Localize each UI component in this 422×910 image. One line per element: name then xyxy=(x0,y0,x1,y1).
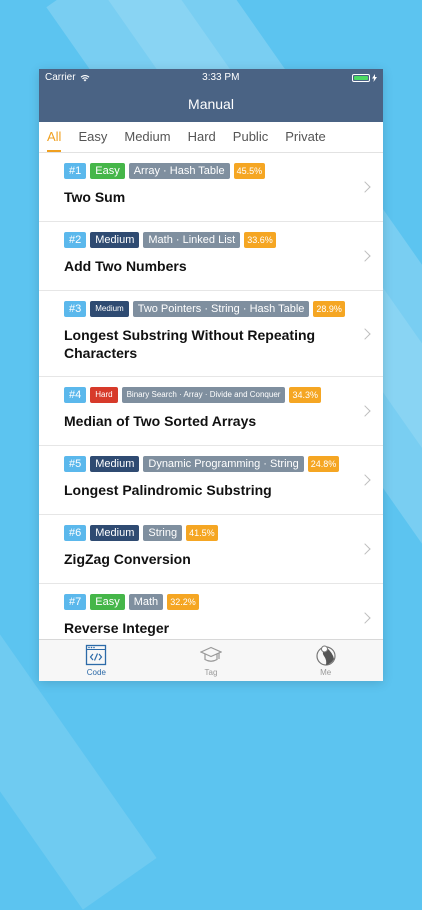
problem-title: Two Sum xyxy=(64,189,126,205)
code-icon xyxy=(86,644,107,666)
phone-screen: Carrier 3:33 PM Manual All Easy Medium Hard… xyxy=(39,69,383,681)
chevron-right-icon xyxy=(359,181,371,193)
chevron-right-icon xyxy=(359,543,371,555)
carrier-label: Carrier xyxy=(45,72,76,83)
problem-number-badge: #5 xyxy=(64,456,87,472)
problem-row[interactable]: #3 Medium Two Pointers · String · Hash Tab… xyxy=(39,291,383,377)
difficulty-badge: Easy xyxy=(90,594,125,610)
problem-row[interactable]: #1 Easy Array · Hash Table 45.5% Two Sum xyxy=(39,153,383,222)
acceptance-rate-badge: 32.2% xyxy=(167,594,199,610)
topic-badge: Dynamic Programming · String xyxy=(143,456,304,472)
chevron-right-icon xyxy=(359,327,371,340)
difficulty-badge: Medium xyxy=(90,301,129,317)
problem-number-badge: #3 xyxy=(64,301,87,317)
problem-title: Longest Palindromic Substring xyxy=(64,482,272,498)
tag-icon xyxy=(200,646,222,662)
acceptance-rate-badge: 34.3% xyxy=(289,387,321,403)
chevron-right-icon xyxy=(359,612,371,624)
filter-tab-medium[interactable]: Medium xyxy=(124,122,170,152)
difficulty-badge: Easy xyxy=(90,163,125,179)
tab-code-label: Code xyxy=(86,668,106,677)
problem-number-badge: #7 xyxy=(64,594,87,610)
difficulty-badge: Medium xyxy=(90,232,140,248)
tab-tag-label: Tag xyxy=(204,668,218,677)
problem-row[interactable]: #4 Hard Binary Search · Array · Divide and… xyxy=(39,377,383,446)
battery-icon xyxy=(352,73,377,82)
tab-tag[interactable]: Tag xyxy=(154,640,269,681)
filter-tabs: All Easy Medium Hard Public Private xyxy=(39,122,383,153)
tab-code[interactable]: Code xyxy=(39,640,154,681)
acceptance-rate-badge: 33.6% xyxy=(244,232,276,248)
me-icon xyxy=(316,645,336,666)
filter-tab-public[interactable]: Public xyxy=(233,122,268,152)
topic-badge: Math xyxy=(128,594,164,610)
status-bar: Carrier 3:33 PM xyxy=(39,69,383,86)
difficulty-badge: Hard xyxy=(90,387,118,403)
difficulty-badge: Medium xyxy=(90,456,140,472)
acceptance-rate-badge: 41.5% xyxy=(186,525,218,541)
tab-bar: Code Tag Me xyxy=(39,639,383,681)
page-title: Manual xyxy=(188,96,234,112)
problem-row[interactable]: #5 Medium Dynamic Programming · String 24.8… xyxy=(39,446,383,515)
problem-tags: #7 Easy Math 32.2% xyxy=(64,594,353,610)
filter-tab-hard[interactable]: Hard xyxy=(188,122,216,152)
topic-badge: Two Pointers · String · Hash Table xyxy=(132,301,310,317)
problem-title: Median of Two Sorted Arrays xyxy=(64,413,257,429)
chevron-right-icon xyxy=(359,250,371,262)
wifi-icon xyxy=(80,74,89,81)
problem-tags: #6 Medium String 41.5% xyxy=(64,525,353,541)
acceptance-rate-badge: 24.8% xyxy=(307,456,340,472)
filter-tab-private[interactable]: Private xyxy=(285,122,325,152)
status-time: 3:33 PM xyxy=(202,72,240,83)
acceptance-rate-badge: 28.9% xyxy=(313,301,345,317)
navigation-bar: Manual xyxy=(39,86,383,122)
chevron-right-icon xyxy=(359,474,371,486)
problem-tags: #5 Medium Dynamic Programming · String 24.8… xyxy=(64,456,353,472)
problem-title: Add Two Numbers xyxy=(64,258,187,274)
problem-tags: #3 Medium Two Pointers · String · Hash Tab… xyxy=(64,301,353,317)
topic-badge: Array · Hash Table xyxy=(128,163,230,179)
filter-tab-all[interactable]: All xyxy=(47,122,62,152)
topic-badge: String xyxy=(143,525,183,541)
difficulty-badge: Medium xyxy=(90,525,140,541)
problem-row[interactable]: #2 Medium Math · Linked List 33.6% Add Two N… xyxy=(39,222,383,291)
problem-row[interactable]: #6 Medium String 41.5% ZigZag Conversion xyxy=(39,515,383,584)
problem-tags: #1 Easy Array · Hash Table 45.5% xyxy=(64,163,353,179)
problem-row[interactable]: #7 Easy Math 32.2% Reverse Integer xyxy=(39,584,383,640)
topic-badge: Math · Linked List xyxy=(143,232,241,248)
problem-number-badge: #4 xyxy=(64,387,87,403)
problem-list[interactable]: #1 Easy Array · Hash Table 45.5% Two Sum #2 Me… xyxy=(39,153,383,640)
tab-me[interactable]: Me xyxy=(268,640,383,681)
topic-badge: Binary Search · Array · Divide and Conqu… xyxy=(121,387,286,403)
problem-tags: #2 Medium Math · Linked List 33.6% xyxy=(64,232,353,248)
problem-title: Reverse Integer xyxy=(64,620,170,636)
filter-tab-easy[interactable]: Easy xyxy=(78,122,107,152)
tab-me-label: Me xyxy=(320,668,332,677)
acceptance-rate-badge: 45.5% xyxy=(233,163,266,179)
charging-icon xyxy=(372,73,377,82)
problem-number-badge: #6 xyxy=(64,525,87,541)
problem-title: Longest Substring Without Repeating Char… xyxy=(64,327,316,361)
problem-number-badge: #2 xyxy=(64,232,87,248)
problem-title: ZigZag Conversion xyxy=(64,551,191,567)
problem-tags: #4 Hard Binary Search · Array · Divide and… xyxy=(64,387,353,403)
problem-number-badge: #1 xyxy=(64,163,87,179)
chevron-right-icon xyxy=(359,405,371,417)
